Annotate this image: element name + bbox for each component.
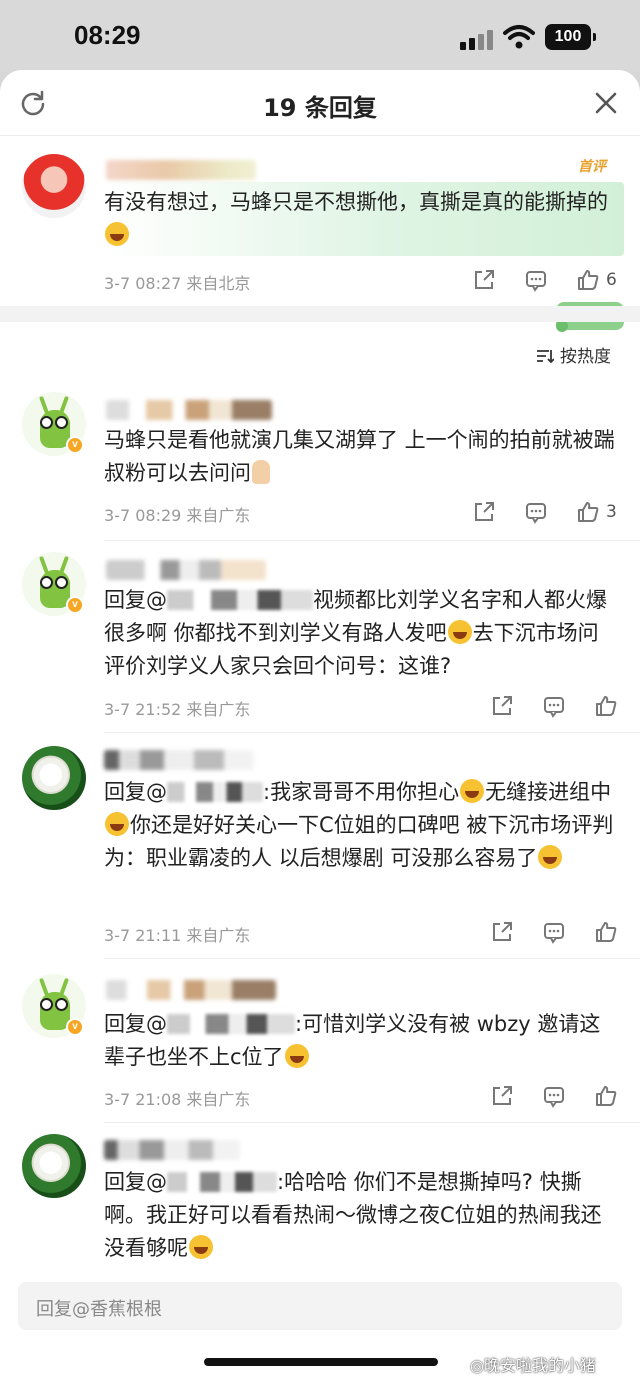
first-comment-badge: 首评 [578,159,606,175]
weibo-logo-icon: ◎ [470,1356,484,1375]
laugh-emoji-icon [105,222,129,246]
username-redacted[interactable] [106,980,276,1000]
sheet-title: 19 条回复 [263,94,377,122]
divider [104,540,640,541]
verified-badge-icon: v [66,1018,84,1036]
divider [104,1122,640,1123]
reply-text: 回复@:可惜刘学义没有被 wbzy 邀请这辈子也坐不上c位了 [104,1012,601,1069]
share-icon[interactable] [472,268,496,292]
share-icon[interactable] [490,694,514,718]
mention-redacted[interactable] [167,590,313,610]
comment-icon[interactable] [542,694,566,718]
laugh-emoji-icon [460,779,485,803]
wifi-icon [503,25,535,49]
reply-text: 回复@:我家哥哥不用你担心 无缝接进组中你还是好好关心一下C位姐的口碑吧 被下沉市… [104,779,614,870]
like-icon[interactable] [576,500,600,524]
share-icon[interactable] [490,920,514,944]
reply-text: 回复@:哈哈哈 你们不是想撕掉吗? 快撕啊。我正好可以看看热闹～微博之夜C位姐的… [104,1170,602,1260]
comment-meta: 3-7 21:52 来自广东 [104,700,251,719]
like-icon[interactable] [576,268,600,292]
divider [104,958,640,959]
status-bar: 08:29 100 [0,0,640,72]
battery-icon: 100 [545,24,596,50]
reply-input[interactable]: 回复@香蕉根根 [18,1282,622,1330]
share-icon[interactable] [490,1084,514,1108]
laugh-emoji-icon [105,812,129,836]
divider [104,732,640,733]
comment-meta: 3-7 21:08 来自广东 [104,1090,251,1109]
sort-icon [537,350,554,363]
sort-button[interactable]: 按热度 [536,342,611,367]
close-icon[interactable] [594,91,618,115]
like-count: 3 [606,502,617,522]
mention-redacted[interactable] [167,1014,295,1034]
comment-icon[interactable] [542,920,566,944]
reply-input-placeholder: 回复@香蕉根根 [36,1299,162,1320]
sheet-header: 19 条回复 [0,70,640,136]
home-indicator [204,1358,438,1366]
verified-badge-icon: v [66,436,84,454]
status-time: 08:29 [74,20,141,50]
laugh-emoji-icon [189,1235,213,1259]
laugh-emoji-icon [284,1044,309,1068]
avatar[interactable] [22,154,86,218]
comment-meta: 3-7 21:11 来自广东 [104,926,251,945]
reply-text: 回复@ 视频都比刘学义名字和人都火爆很多啊 你都找不到刘学义有路人发吧 去下沉市场问… [104,588,607,678]
comment-meta: 3-7 08:27 来自北京 [104,274,251,293]
avatar[interactable] [22,1134,86,1198]
mention-redacted[interactable] [167,1172,277,1192]
username-redacted[interactable] [106,400,272,420]
laugh-emoji-icon [538,845,563,869]
like-icon[interactable] [594,1084,618,1108]
username-redacted[interactable] [104,1140,240,1160]
username-redacted[interactable] [106,560,266,580]
username-redacted[interactable] [104,750,254,770]
comment-icon[interactable] [524,268,548,292]
root-comment-text: 有没有想过，马蜂只是不想撕他，真撕是真的能撕掉的 [104,186,618,252]
avatar[interactable] [22,746,86,810]
username-redacted[interactable] [106,160,256,180]
verified-badge-icon: v [66,596,84,614]
like-count: 6 [606,270,617,290]
like-icon[interactable] [594,694,618,718]
watermark: ◎晚安啦我的小猪 [470,1356,596,1375]
finger-heart-emoji-icon [252,460,270,484]
share-icon[interactable] [472,500,496,524]
replies-sheet: 19 条回复 首评 有没有想过，马蜂只是不想撕他，真撕是真的能撕掉的 3-7 0… [0,70,640,1385]
comment-meta: 3-7 08:29 来自广东 [104,506,251,525]
like-icon[interactable] [594,920,618,944]
section-divider [0,306,640,322]
reply-text: 马蜂只是看他就演几集又湖算了 上一个闹的拍前就被踹叔粉可以去问问 [104,428,615,485]
comment-icon[interactable] [542,1084,566,1108]
mention-redacted[interactable] [167,782,263,802]
laugh-emoji-icon [447,620,472,644]
signal-icon [460,28,494,50]
comment-icon[interactable] [524,500,548,524]
